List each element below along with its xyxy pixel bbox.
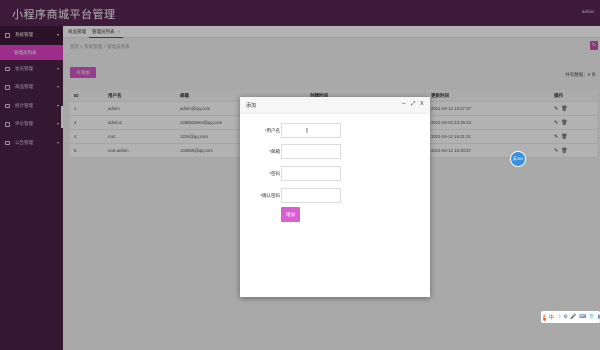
dialog-title: 添加 xyxy=(246,103,257,109)
language-icon[interactable]: 中 xyxy=(549,314,554,321)
maximize-icon[interactable]: ⤢ xyxy=(411,101,415,108)
keyboard-icon[interactable]: ⌨ xyxy=(579,314,586,320)
confirm-password-input[interactable] xyxy=(281,188,341,203)
moon-icon[interactable]: ☽ xyxy=(556,314,560,320)
system-tray: S 中 ☽ ⚙ 🎤 ⌨ 👕 ▦ xyxy=(541,311,600,323)
close-icon[interactable]: X xyxy=(420,101,424,108)
sogou-logo-icon[interactable]: S xyxy=(543,313,547,321)
confirm-password-label: *确认密码 xyxy=(260,193,280,198)
settings-icon[interactable]: ⚙ xyxy=(563,314,567,320)
password-input[interactable] xyxy=(281,166,341,181)
email-input[interactable] xyxy=(281,144,341,159)
username-label: *用户名 xyxy=(264,128,280,133)
password-label: *密码 xyxy=(269,171,280,176)
text-cursor-icon: I xyxy=(306,128,308,135)
email-label: *邮箱 xyxy=(269,149,280,154)
minimize-icon[interactable]: – xyxy=(402,101,405,108)
skin-icon[interactable]: 👕 xyxy=(589,314,595,320)
input-method-bubble[interactable]: 英/EN xyxy=(510,151,526,167)
dialog-header: 添加 – ⤢ X xyxy=(240,97,430,114)
add-admin-dialog: 添加 – ⤢ X *用户名 *邮箱 *密码 *确认密码 增加 xyxy=(240,97,430,297)
submit-button[interactable]: 增加 xyxy=(281,207,300,222)
username-input[interactable] xyxy=(281,123,341,138)
microphone-icon[interactable]: 🎤 xyxy=(570,314,576,320)
